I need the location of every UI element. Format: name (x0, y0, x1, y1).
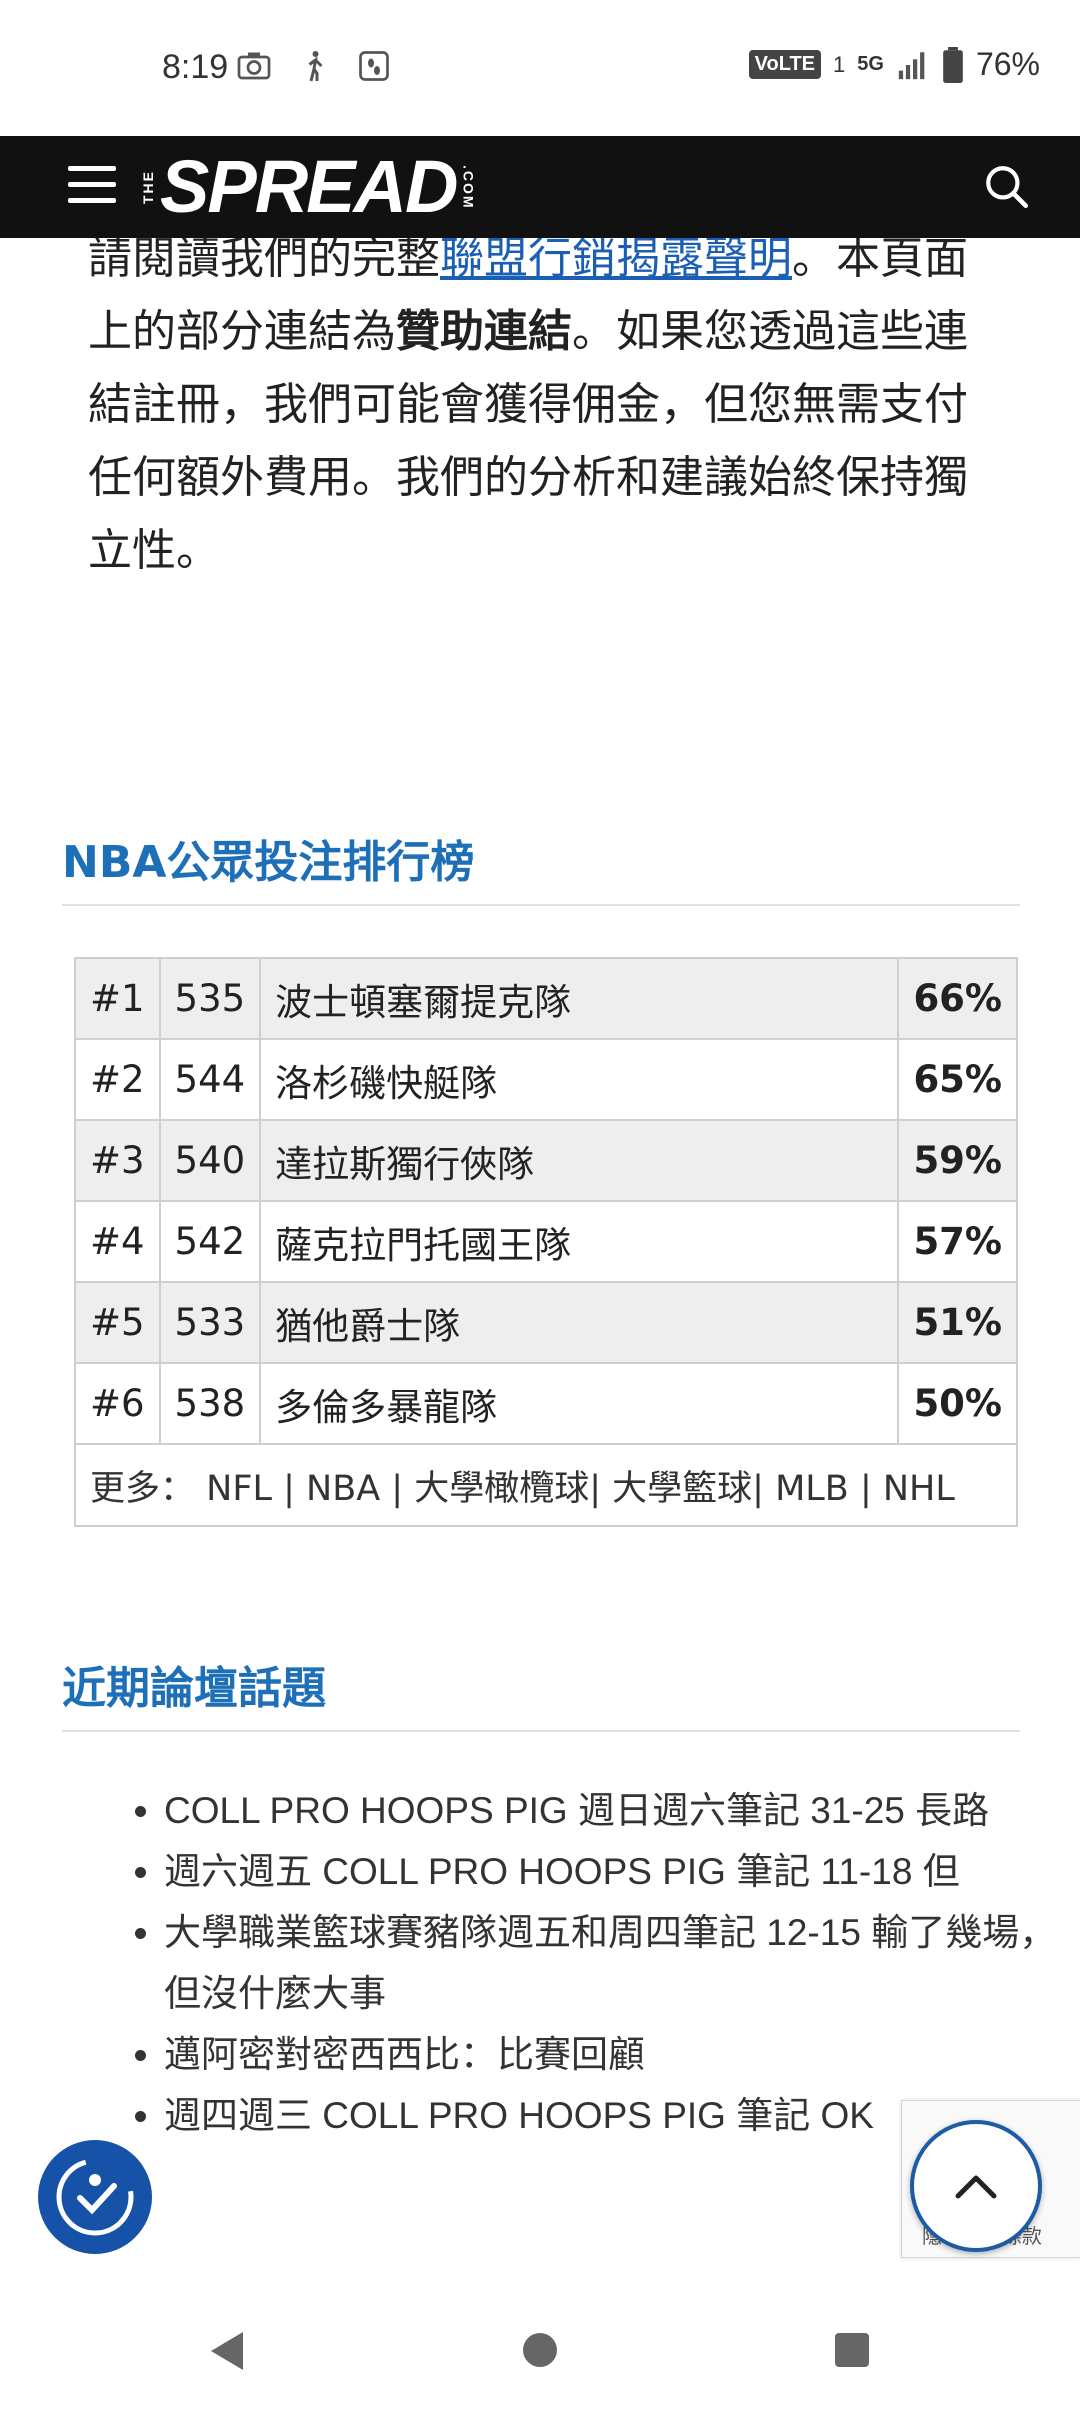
forum-topic-list: COLL PRO HOOPS PIG 週日週六筆記 31-25 長路週六週五 C… (120, 1780, 1064, 2146)
more-label: 更多： (90, 1468, 196, 1509)
rank-cell: #4 (74, 1200, 161, 1283)
recents-icon[interactable] (832, 2330, 872, 2370)
affiliate-disclosure-link[interactable]: 聯盟行銷揭露聲明 (440, 233, 792, 284)
site-logo[interactable]: THE SPREAD .COM (140, 146, 476, 228)
more-sports-links: NFL | NBA | 大學橄欖球| 大學籃球| MLB | NHL (206, 1469, 955, 1509)
betting-row[interactable]: #2 544 洛杉磯快艇隊 65% (74, 1038, 1018, 1121)
link-separator: | (848, 1468, 883, 1509)
betting-row[interactable]: #4 542 薩克拉門托國王隊 57% (74, 1200, 1018, 1283)
accessibility-icon (56, 2158, 134, 2236)
forum-section-title: 近期論壇話題 (62, 1663, 326, 1714)
game-number-cell: 544 (158, 1038, 262, 1121)
sport-link[interactable]: NBA (306, 1469, 380, 1509)
game-number-cell: 535 (158, 957, 262, 1040)
signal-icon (898, 51, 925, 79)
rank-cell: #2 (74, 1038, 161, 1121)
sport-link[interactable]: NFL (206, 1469, 272, 1509)
team-name-cell: 猶他爵士隊 (259, 1281, 900, 1364)
volte-badge: VoLTE (748, 50, 822, 79)
forum-topic-link[interactable]: 週六週五 COLL PRO HOOPS PIG 筆記 11-18 但 (164, 1841, 1064, 1902)
logo-spread: SPREAD (160, 145, 458, 228)
team-name-cell: 波士頓塞爾提克隊 (259, 957, 900, 1040)
status-time: 8:19 (162, 48, 229, 86)
betting-table: #1 535 波士頓塞爾提克隊 66% #2 544 洛杉磯快艇隊 65% #3 540 達拉斯獨行… (74, 957, 1018, 1527)
steps-icon (359, 51, 389, 81)
betting-section-title: NBA公眾投注排行榜 (62, 837, 475, 888)
rank-cell: #6 (74, 1362, 161, 1445)
scroll-to-top-button[interactable] (910, 2120, 1042, 2252)
accessibility-button[interactable] (38, 2140, 152, 2254)
affiliate-disclosure: 請閱讀我們的完整聯盟行銷揭露聲明。本頁面上的部分連結為贊助連結。如果您透過這些連… (88, 222, 988, 587)
disclosure-text-1: 請閱讀我們的完整 (88, 233, 440, 284)
rank-cell: #5 (74, 1281, 161, 1364)
bet-percent-cell: 57% (897, 1200, 1018, 1283)
game-number-cell: 542 (158, 1200, 262, 1283)
bet-percent-cell: 50% (897, 1362, 1018, 1445)
status-right: VoLTE 1 5G 76% (748, 46, 1040, 83)
link-separator: | (271, 1468, 307, 1509)
logo-com: .COM (460, 164, 477, 210)
team-name-cell: 薩克拉門托國王隊 (259, 1200, 900, 1283)
game-number-cell: 538 (158, 1362, 262, 1445)
status-bar: 8:19 VoLTE 1 5G 76% (0, 0, 1080, 136)
team-name-cell: 達拉斯獨行俠隊 (259, 1119, 900, 1202)
betting-row[interactable]: #5 533 猶他爵士隊 51% (74, 1281, 1018, 1364)
betting-row[interactable]: #6 538 多倫多暴龍隊 50% (74, 1362, 1018, 1445)
back-icon[interactable] (205, 2328, 247, 2374)
forum-topic-link[interactable]: 大學職業籃球賽豬隊週五和周四筆記 12-15 輸了幾場，但沒什麼大事 (164, 1902, 1064, 2024)
hamburger-menu-button[interactable] (68, 166, 116, 208)
link-separator: | (752, 1468, 776, 1509)
rank-cell: #3 (74, 1119, 161, 1202)
game-number-cell: 540 (158, 1119, 262, 1202)
battery-percent: 76% (975, 46, 1040, 82)
sport-link[interactable]: NHL (883, 1469, 955, 1509)
link-separator: | (589, 1468, 613, 1509)
sport-link[interactable]: MLB (775, 1469, 849, 1509)
bet-percent-cell: 66% (897, 957, 1018, 1040)
betting-row[interactable]: #3 540 達拉斯獨行俠隊 59% (74, 1119, 1018, 1202)
logo-the: THE (140, 170, 156, 204)
sim-indicator: 1 (833, 51, 846, 77)
game-number-cell: 533 (158, 1281, 262, 1364)
home-icon[interactable] (520, 2330, 560, 2370)
forum-topic-link[interactable]: COLL PRO HOOPS PIG 週日週六筆記 31-25 長路 (164, 1780, 1064, 1841)
network-type: 5G (857, 53, 884, 75)
status-notification-icons (236, 48, 392, 84)
more-sports-cell: 更多： NFL | NBA | 大學橄欖球| 大學籃球| MLB | NHL (74, 1443, 1018, 1527)
sport-link[interactable]: 大學橄欖球 (414, 1469, 589, 1509)
system-nav-bar (0, 2290, 1080, 2412)
site-header: THE SPREAD .COM (0, 136, 1080, 238)
section-divider (62, 904, 1020, 906)
more-sports-row: 更多： NFL | NBA | 大學橄欖球| 大學籃球| MLB | NHL (74, 1443, 1018, 1527)
team-name-cell: 洛杉磯快艇隊 (259, 1038, 900, 1121)
link-separator: | (380, 1468, 415, 1509)
battery-icon (943, 46, 963, 83)
sport-link[interactable]: 大學籃球 (612, 1469, 752, 1509)
chevron-up-icon (955, 2175, 997, 2199)
sponsored-links-text: 贊助連結 (396, 306, 572, 357)
bet-percent-cell: 65% (897, 1038, 1018, 1121)
bet-percent-cell: 59% (897, 1119, 1018, 1202)
walking-icon (308, 51, 323, 82)
camera-icon (237, 52, 271, 80)
search-icon[interactable] (982, 162, 1032, 212)
section-divider (62, 1730, 1020, 1732)
bet-percent-cell: 51% (897, 1281, 1018, 1364)
team-name-cell: 多倫多暴龍隊 (259, 1362, 900, 1445)
rank-cell: #1 (74, 957, 161, 1040)
betting-row[interactable]: #1 535 波士頓塞爾提克隊 66% (74, 957, 1018, 1040)
forum-topic-link[interactable]: 邁阿密對密西西比：比賽回顧 (164, 2024, 1064, 2085)
